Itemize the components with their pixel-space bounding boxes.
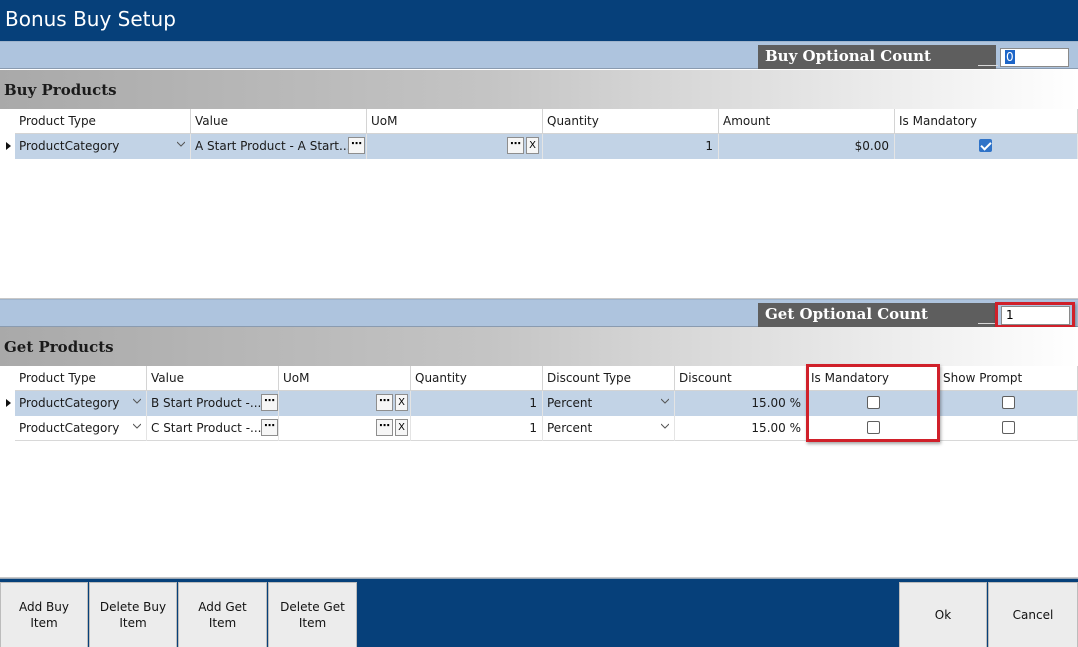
column-header-show-prompt[interactable]: Show Prompt bbox=[939, 366, 1078, 391]
buy-optional-count-input[interactable]: 0 bbox=[1000, 48, 1069, 67]
chevron-down-icon bbox=[133, 423, 141, 429]
cancel-button[interactable]: Cancel bbox=[988, 582, 1078, 647]
browse-ellipsis-button[interactable]: ⋯ bbox=[348, 137, 365, 154]
row-pointer-icon bbox=[6, 399, 11, 407]
uom-clear-button[interactable]: X bbox=[395, 419, 408, 436]
buy-optional-count-bar: Buy Optional Count 0 bbox=[0, 41, 1078, 69]
browse-ellipsis-button[interactable]: ⋯ bbox=[261, 419, 278, 436]
value-cell[interactable]: A Start Product - A Start... ⋯ bbox=[191, 134, 367, 159]
highlight-box bbox=[995, 302, 1075, 328]
uom-clear-button[interactable]: X bbox=[395, 394, 408, 411]
discount-cell[interactable]: 15.00 % bbox=[675, 416, 807, 441]
chevron-down-icon bbox=[661, 423, 669, 429]
product-type-select[interactable]: ProductCategory bbox=[15, 416, 147, 441]
column-header-uom[interactable]: UoM bbox=[367, 109, 543, 134]
get-optional-count-label: Get Optional Count bbox=[758, 303, 998, 327]
column-header-discount[interactable]: Discount bbox=[675, 366, 807, 391]
column-header-quantity[interactable]: Quantity bbox=[543, 109, 719, 134]
uom-cell[interactable]: ⋯ X bbox=[279, 391, 411, 416]
title-bar: Bonus Buy Setup bbox=[0, 0, 1078, 41]
window-title: Bonus Buy Setup bbox=[5, 7, 176, 31]
buy-products-header: Buy Products bbox=[0, 70, 1078, 109]
column-header-product-type[interactable]: Product Type bbox=[15, 109, 191, 134]
uom-ellipsis-button[interactable]: ⋯ bbox=[507, 137, 524, 154]
action-bar: Add Buy Item Delete Buy Item Add Get Ite… bbox=[0, 578, 1078, 647]
column-header-quantity[interactable]: Quantity bbox=[411, 366, 543, 391]
discount-type-select[interactable]: Percent bbox=[543, 391, 675, 416]
highlight-box bbox=[806, 364, 940, 442]
get-optional-count-bar: Get Optional Count 1 bbox=[0, 299, 1078, 327]
browse-ellipsis-button[interactable]: ⋯ bbox=[261, 394, 278, 411]
uom-ellipsis-button[interactable]: ⋯ bbox=[376, 419, 393, 436]
amount-cell[interactable]: $0.00 bbox=[719, 134, 895, 159]
column-header-value[interactable]: Value bbox=[191, 109, 367, 134]
product-type-select[interactable]: ProductCategory bbox=[15, 391, 147, 416]
value-cell[interactable]: C Start Product -... ⋯ bbox=[147, 416, 279, 441]
column-header-uom[interactable]: UoM bbox=[279, 366, 411, 391]
is-mandatory-cell[interactable] bbox=[895, 134, 1078, 159]
column-header-value[interactable]: Value bbox=[147, 366, 279, 391]
uom-cell[interactable]: ⋯ X bbox=[367, 134, 543, 159]
chevron-down-icon bbox=[661, 398, 669, 404]
is-mandatory-checkbox[interactable] bbox=[979, 139, 992, 152]
get-products-header: Get Products bbox=[0, 327, 1078, 366]
uom-cell[interactable]: ⋯ X bbox=[279, 416, 411, 441]
column-header-is-mandatory[interactable]: Is Mandatory bbox=[895, 109, 1078, 134]
row-pointer-icon bbox=[6, 142, 11, 150]
uom-clear-button[interactable]: X bbox=[526, 137, 539, 154]
get-products-title: Get Products bbox=[4, 338, 114, 356]
column-header-amount[interactable]: Amount bbox=[719, 109, 895, 134]
quantity-cell[interactable]: 1 bbox=[543, 134, 719, 159]
chevron-down-icon bbox=[133, 398, 141, 404]
buy-grid-header-row: Product Type Value UoM Quantity Amount I… bbox=[15, 109, 1078, 134]
column-header-discount-type[interactable]: Discount Type bbox=[543, 366, 675, 391]
discount-type-select[interactable]: Percent bbox=[543, 416, 675, 441]
show-prompt-checkbox[interactable] bbox=[1002, 396, 1015, 409]
show-prompt-checkbox[interactable] bbox=[1002, 421, 1015, 434]
ok-button[interactable]: Ok bbox=[899, 582, 987, 647]
uom-ellipsis-button[interactable]: ⋯ bbox=[376, 394, 393, 411]
add-get-item-button[interactable]: Add Get Item bbox=[178, 582, 267, 647]
delete-buy-item-button[interactable]: Delete Buy Item bbox=[89, 582, 177, 647]
value-cell[interactable]: B Start Product -... ⋯ bbox=[147, 391, 279, 416]
table-row[interactable]: ProductCategory A Start Product - A Star… bbox=[15, 134, 1078, 159]
show-prompt-cell[interactable] bbox=[939, 416, 1078, 441]
show-prompt-cell[interactable] bbox=[939, 391, 1078, 416]
product-type-select[interactable]: ProductCategory bbox=[15, 134, 191, 159]
quantity-cell[interactable]: 1 bbox=[411, 391, 543, 416]
buy-products-title: Buy Products bbox=[4, 81, 117, 99]
quantity-cell[interactable]: 1 bbox=[411, 416, 543, 441]
delete-get-item-button[interactable]: Delete Get Item bbox=[268, 582, 357, 647]
chevron-down-icon bbox=[177, 141, 185, 147]
add-buy-item-button[interactable]: Add Buy Item bbox=[0, 582, 88, 647]
column-header-product-type[interactable]: Product Type bbox=[15, 366, 147, 391]
buy-optional-count-label: Buy Optional Count bbox=[758, 45, 998, 69]
discount-cell[interactable]: 15.00 % bbox=[675, 391, 807, 416]
